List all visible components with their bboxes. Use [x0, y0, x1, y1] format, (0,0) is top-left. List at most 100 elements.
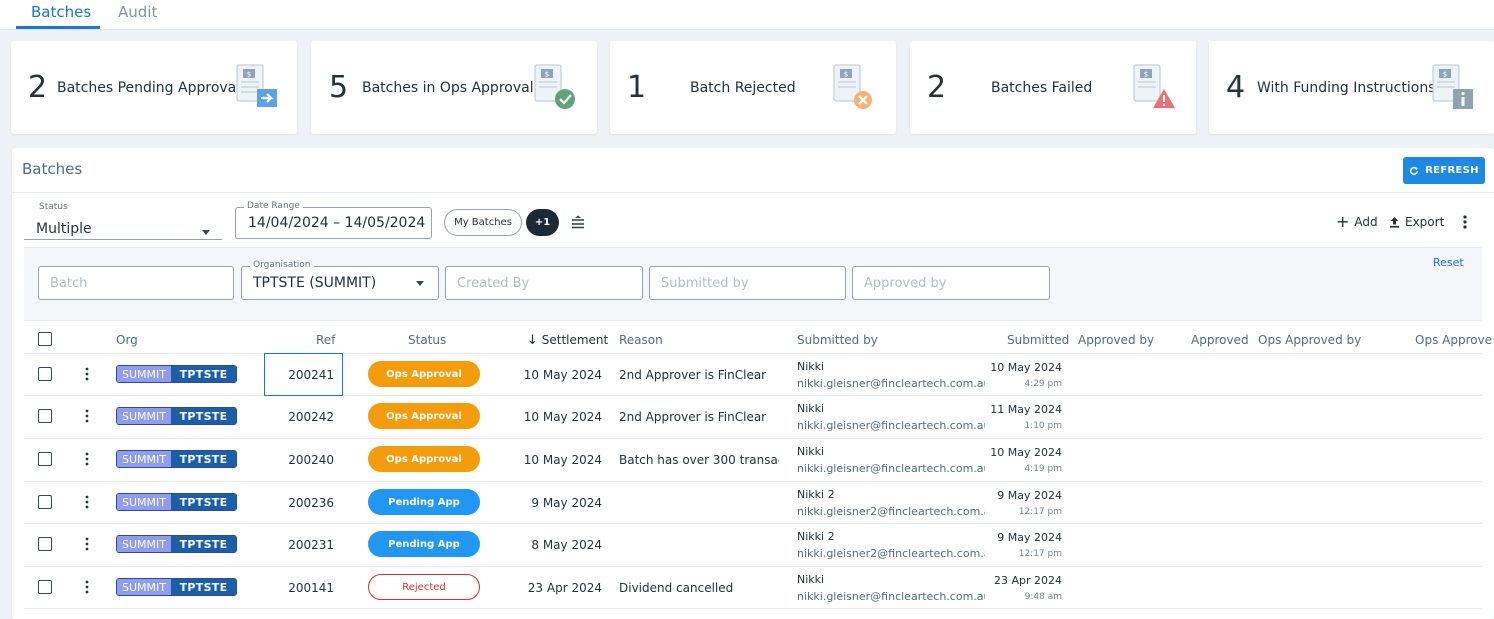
export-label: Export — [1405, 215, 1445, 229]
ref-cell[interactable]: 200240 — [270, 453, 334, 467]
status-label: Status — [36, 202, 71, 212]
row-checkbox[interactable] — [38, 367, 52, 381]
status-badge: Rejected — [368, 574, 480, 600]
approved-by-placeholder: Approved by — [864, 276, 947, 291]
org-parent: SUMMIT — [117, 366, 171, 382]
org-code: TPTSTE — [171, 451, 236, 467]
card-label: Batches Pending Approval — [57, 80, 241, 96]
status-value: Multiple — [36, 221, 92, 237]
add-button[interactable]: + Add — [1336, 214, 1378, 230]
ref-cell[interactable]: 200242 — [270, 410, 334, 424]
row-more-icon[interactable] — [85, 495, 89, 509]
select-all-checkbox[interactable] — [38, 332, 52, 346]
org-tag: SUMMIT TPTSTE — [116, 365, 237, 383]
ref-cell[interactable]: 200141 — [270, 581, 334, 595]
row-checkbox[interactable] — [38, 409, 52, 423]
card-count: 1 — [627, 70, 647, 105]
header-approved-by[interactable]: Approved by — [1078, 333, 1154, 347]
submitted-date: 11 May 2024 — [990, 403, 1062, 416]
row-more-icon[interactable] — [85, 452, 89, 466]
header-submitted-by[interactable]: Submitted by — [797, 333, 878, 347]
row-more-icon[interactable] — [85, 580, 89, 594]
header-org[interactable]: Org — [116, 333, 138, 347]
more-filters-chip[interactable]: +1 — [526, 209, 559, 236]
my-batches-chip[interactable]: My Batches — [444, 209, 522, 236]
active-tab-underline — [16, 26, 100, 29]
row-checkbox[interactable] — [38, 452, 52, 466]
organisation-select[interactable]: Organisation TPTSTE (SUMMIT) — [241, 260, 439, 300]
submitter-name: Nikki — [797, 402, 825, 415]
row-checkbox[interactable] — [38, 495, 52, 509]
header-ops-approved-by[interactable]: Ops Approved by — [1258, 333, 1361, 347]
header-status[interactable]: Status — [408, 333, 446, 347]
header-ref[interactable]: Ref — [316, 333, 335, 347]
organisation-label: Organisation — [250, 260, 314, 270]
status-select[interactable]: Status Multiple — [24, 202, 222, 240]
row-more-icon[interactable] — [85, 409, 89, 423]
density-icon[interactable] — [571, 215, 585, 229]
submitted-time: 12:17 pm — [1018, 507, 1062, 517]
export-button[interactable]: Export — [1389, 215, 1444, 229]
card-ops-approval[interactable]: 5 Batches in Ops Approval $ — [311, 41, 597, 134]
submitted-time: 1:10 pm — [1024, 421, 1062, 431]
svg-text:$: $ — [247, 71, 251, 79]
header-submitted[interactable]: Submitted — [1007, 333, 1069, 347]
submitted-time: 4:19 pm — [1024, 464, 1062, 474]
row-checkbox[interactable] — [38, 537, 52, 551]
settlement-cell: 10 May 2024 — [523, 368, 602, 382]
submitter-name: Nikki — [797, 573, 825, 586]
card-pending-approval[interactable]: 2 Batches Pending Approval $ — [11, 41, 297, 134]
refresh-label: REFRESH — [1425, 165, 1479, 176]
tab-batches[interactable]: Batches — [31, 3, 91, 21]
table-row[interactable] — [24, 481, 1482, 524]
submitted-time: 12:17 pm — [1018, 549, 1062, 559]
created-by-input[interactable]: Created By — [445, 266, 643, 300]
organisation-value: TPTSTE (SUMMIT) — [253, 275, 377, 291]
top-tabs: Batches Audit — [0, 0, 1494, 30]
org-code: TPTSTE — [171, 494, 236, 510]
ref-cell[interactable]: 200236 — [270, 496, 334, 510]
settlement-cell: 8 May 2024 — [531, 538, 602, 552]
card-count: 2 — [927, 70, 947, 105]
date-range-label: Date Range — [244, 201, 303, 211]
card-label: Batches Failed — [991, 80, 1093, 96]
header-ops-approved[interactable]: Ops Approve — [1415, 333, 1492, 347]
status-badge: Ops Approval — [368, 446, 480, 472]
settlement-cell: 23 Apr 2024 — [527, 581, 602, 595]
batch-filter-input[interactable]: Batch — [38, 266, 234, 300]
reset-link[interactable]: Reset — [1433, 256, 1464, 269]
svg-text:$: $ — [1144, 71, 1148, 79]
refresh-button[interactable]: REFRESH — [1403, 157, 1485, 184]
ref-cell[interactable]: 200241 — [270, 368, 334, 382]
settlement-cell: 10 May 2024 — [523, 410, 602, 424]
tab-audit[interactable]: Audit — [118, 3, 157, 21]
org-code: TPTSTE — [171, 408, 236, 424]
org-tag: SUMMIT TPTSTE — [116, 407, 237, 425]
org-parent: SUMMIT — [117, 408, 171, 424]
row-more-icon[interactable] — [85, 367, 89, 381]
header-approved[interactable]: Approved — [1191, 333, 1249, 347]
submitted-by-placeholder: Submitted by — [661, 276, 749, 291]
more-vertical-icon[interactable] — [1459, 214, 1471, 230]
document-info-icon: $ — [1432, 64, 1473, 109]
header-reason[interactable]: Reason — [619, 333, 663, 347]
card-rejected[interactable]: 1 Batch Rejected $ — [610, 41, 896, 134]
card-failed[interactable]: 2 Batches Failed $ — [910, 41, 1196, 134]
submitted-date: 10 May 2024 — [990, 446, 1062, 459]
card-count: 2 — [28, 70, 48, 105]
card-label: Batch Rejected — [690, 80, 796, 96]
date-range-value: 14/04/2024 – 14/05/2024 — [248, 215, 426, 231]
table-row[interactable] — [24, 523, 1482, 566]
reason-cell: Batch has over 300 transacti… — [619, 453, 779, 467]
row-more-icon[interactable] — [85, 537, 89, 551]
ref-cell[interactable]: 200231 — [270, 538, 334, 552]
row-checkbox[interactable] — [38, 580, 52, 594]
refresh-icon — [1410, 166, 1419, 175]
date-range-field[interactable]: Date Range 14/04/2024 – 14/05/2024 — [235, 201, 432, 239]
submitter-name: Nikki — [797, 360, 825, 373]
header-settlement[interactable]: ↓ Settlement — [527, 333, 608, 348]
approved-by-input[interactable]: Approved by — [852, 266, 1050, 300]
submitter-email: nikki.gleisner@fincleartech.com.au — [797, 590, 985, 603]
card-funding-instructions[interactable]: 4 With Funding Instructions $ — [1209, 41, 1494, 134]
submitted-by-input[interactable]: Submitted by — [649, 266, 846, 300]
